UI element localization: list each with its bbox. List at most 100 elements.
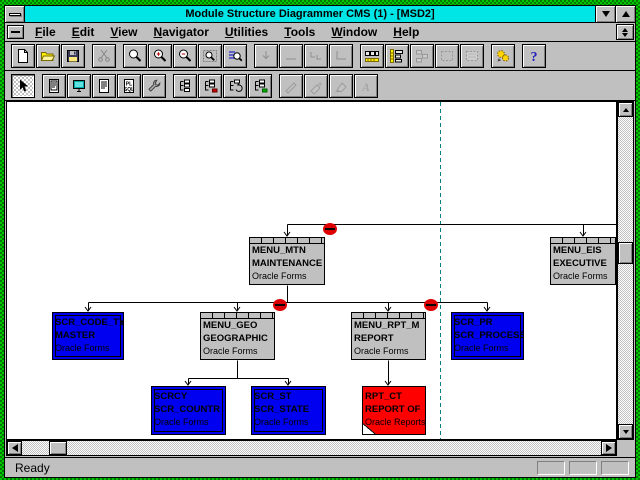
node-language: Oracle Forms (152, 416, 225, 429)
tree-expand-icon (177, 78, 193, 94)
menu-help[interactable]: Help (385, 24, 427, 40)
scroll-down-button[interactable] (618, 424, 633, 439)
node-language: Oracle Forms (53, 342, 123, 355)
save-floppy-icon (65, 48, 81, 64)
node-short-name: MENU_GEO (201, 319, 274, 332)
desktop: { "titlebar": { "title": "Module Structu… (0, 0, 640, 480)
diagram-node-scr_st[interactable]: SCR_STSCR_STATEOracle Forms (251, 386, 326, 435)
restore-up-icon (622, 28, 628, 32)
node-language: Oracle Forms (452, 342, 523, 355)
zoom-normal-button[interactable] (123, 44, 147, 68)
plsql-module-button[interactable]: PLSQL (117, 74, 141, 98)
menu-items: FileEditViewNavigatorUtilitiesToolsWindo… (27, 24, 616, 40)
zoom-in-button[interactable] (148, 44, 172, 68)
corner-button (329, 44, 353, 68)
open-folder-icon (40, 48, 56, 64)
report-module-button[interactable] (92, 74, 116, 98)
node-language: Oracle Forms (252, 416, 325, 429)
fill-pen-button (304, 74, 328, 98)
layout-vertical-button[interactable] (385, 44, 409, 68)
vertical-scrollbar[interactable] (617, 101, 634, 440)
menu-edit[interactable]: Edit (64, 24, 103, 40)
vertical-scroll-thumb[interactable] (618, 242, 633, 264)
menu-utilities[interactable]: Utilities (217, 24, 276, 40)
tree-resequence-button[interactable] (223, 74, 247, 98)
scroll-up-button[interactable] (618, 102, 633, 117)
node-language: Oracle Forms (201, 345, 274, 358)
menu-window[interactable]: Window (323, 24, 385, 40)
diagram-node-menu_mtn[interactable]: MENU_MTNMAINTENANCEOracle Forms (249, 237, 325, 285)
node-description: GEOGRAPHIC (201, 332, 274, 345)
form-module-button[interactable] (42, 74, 66, 98)
zoom-fit-button[interactable] (198, 44, 222, 68)
node-description: REPORT (352, 332, 425, 345)
layout-vertical-icon (389, 48, 405, 64)
menu-tools[interactable]: Tools (276, 24, 323, 40)
window-title: Module Structure Diagrammer CMS (1) - [M… (25, 8, 595, 20)
diagram-canvas[interactable]: MENU_MTNMAINTENANCEOracle Forms MENU_EISE… (6, 101, 617, 440)
tree-collapse-red-button[interactable] (198, 74, 222, 98)
menu-navigator[interactable]: Navigator (146, 24, 217, 40)
layout-auto-button (410, 44, 434, 68)
system-menu-button[interactable] (5, 6, 25, 22)
svg-text:SQL: SQL (124, 87, 134, 93)
restore-down-icon (622, 33, 628, 37)
form-module-icon (46, 78, 62, 94)
child-restore-button[interactable] (616, 24, 634, 40)
status-message: Ready (15, 461, 533, 475)
layout-auto-icon (414, 48, 430, 64)
zoom-selection-button[interactable] (223, 44, 247, 68)
horizontal-scrollbar[interactable] (6, 440, 617, 456)
diagram-node-menu_eis[interactable]: MENU_EISEXECUTIVEOracle Forms (550, 237, 616, 285)
diagram-node-menu_geo[interactable]: MENU_GEOGEOGRAPHICOracle Forms (200, 312, 275, 360)
open-folder-button[interactable] (36, 44, 60, 68)
layout-horizontal-button[interactable] (360, 44, 384, 68)
fill-pen-icon (308, 78, 324, 94)
save-floppy-button[interactable] (61, 44, 85, 68)
scroll-left-button[interactable] (7, 441, 22, 455)
pointer-icon (15, 78, 31, 94)
tree-include-green-button[interactable] (248, 74, 272, 98)
help-button[interactable]: ? (522, 44, 546, 68)
child-system-menu-button[interactable] (7, 25, 24, 39)
select-area-button (435, 44, 459, 68)
diagram-node-scr_pr[interactable]: SCR_PRSCR_PROCESSOracle Forms (451, 312, 524, 360)
horizontal-scroll-thumb[interactable] (49, 441, 67, 455)
no-entry-badge (424, 299, 438, 311)
client-area: MENU_MTNMAINTENANCEOracle Forms MENU_EISE… (6, 101, 634, 456)
requery-icon (495, 48, 511, 64)
pointer-button[interactable] (11, 74, 35, 98)
diagram-node-scr_code_ty[interactable]: SCR_CODE_TYMASTEROracle Forms (52, 312, 124, 360)
maximize-button[interactable] (615, 6, 635, 22)
node-short-name: SCR_CODE_TY (53, 316, 123, 329)
node-description: SCR_PROCESS (452, 329, 523, 342)
screen-module-button[interactable] (67, 74, 91, 98)
fill-color-icon (333, 78, 349, 94)
node-short-name: SCRCY (152, 390, 225, 403)
new-document-button[interactable] (11, 44, 35, 68)
diagram-node-menu_rpt_m[interactable]: MENU_RPT_MREPORTOracle Forms (351, 312, 426, 360)
cut-icon (96, 48, 112, 64)
node-short-name: RPT_CT (363, 390, 425, 403)
node-language: Oracle Forms (551, 270, 615, 283)
diagram-node-scrcy[interactable]: SCRCYSCR_COUNTROracle Forms (151, 386, 226, 435)
line-color-button (279, 74, 303, 98)
minimize-button[interactable] (595, 6, 615, 22)
diagram-node-rpt_ct[interactable]: RPT_CTREPORT OFOracle Reports (362, 386, 426, 435)
menu-file[interactable]: File (27, 24, 64, 40)
zoom-out-button[interactable] (173, 44, 197, 68)
scroll-right-button[interactable] (601, 441, 616, 455)
node-language: Oracle Reports (363, 416, 425, 429)
menu-view[interactable]: View (102, 24, 145, 40)
zoom-selection-icon (227, 48, 243, 64)
requery-button[interactable] (491, 44, 515, 68)
app-window: Module Structure Diagrammer CMS (1) - [M… (4, 5, 636, 478)
node-short-name: MENU_RPT_M (352, 319, 425, 332)
node-description: EXECUTIVE (551, 257, 615, 270)
node-short-name: MENU_EIS (551, 244, 615, 257)
tree-expand-button[interactable] (173, 74, 197, 98)
utility-module-button[interactable] (142, 74, 166, 98)
status-panel (537, 461, 565, 475)
no-entry-badge (273, 299, 287, 311)
scroll-left-icon (12, 444, 18, 452)
